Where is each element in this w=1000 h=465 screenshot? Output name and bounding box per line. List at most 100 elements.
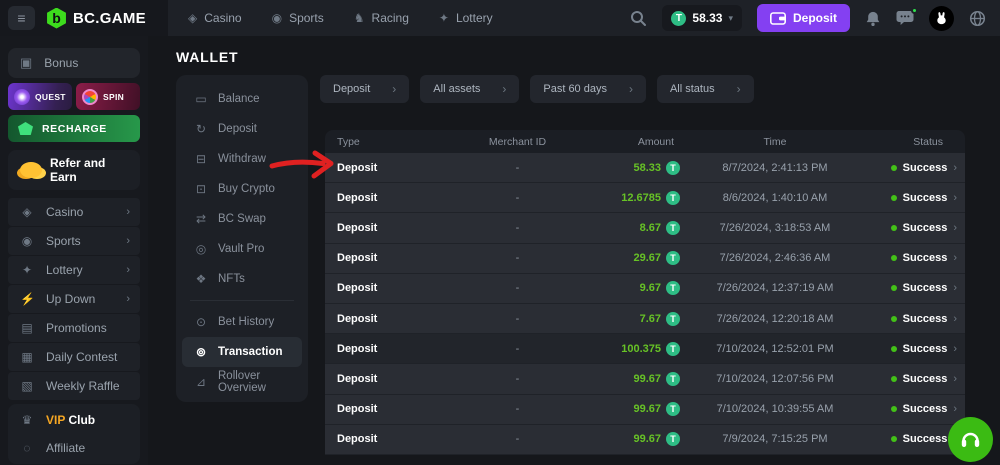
up-down-icon: ⚡ bbox=[20, 292, 34, 306]
sidebar-item-casino[interactable]: ◈Casino› bbox=[8, 198, 140, 226]
amount-value: 99.67 bbox=[633, 403, 661, 415]
notifications-bell-icon[interactable] bbox=[865, 10, 881, 27]
wallet-menu-item-vault-pro[interactable]: ◎Vault Pro bbox=[182, 234, 302, 264]
wallet-menu-item-withdraw[interactable]: ⊟Withdraw bbox=[182, 144, 302, 174]
deposit-button[interactable]: Deposit bbox=[757, 4, 850, 32]
sports-icon: ◉ bbox=[20, 234, 34, 248]
lottery-icon: ✦ bbox=[439, 11, 449, 25]
wallet-menu-item-rollover-overview[interactable]: ⊿Rollover Overview bbox=[182, 367, 302, 397]
wallet-menu-item-buy-crypto[interactable]: ⊡Buy Crypto bbox=[182, 174, 302, 204]
filter-status[interactable]: All status› bbox=[657, 75, 754, 103]
table-row[interactable]: Deposit-7.67T7/26/2024, 12:20:18 AMSucce… bbox=[325, 304, 965, 334]
bonus-button[interactable]: ▣ Bonus bbox=[8, 48, 140, 78]
usdt-coin-icon: T bbox=[666, 312, 680, 326]
user-avatar[interactable] bbox=[929, 6, 954, 31]
hamburger-menu-button[interactable]: ≡ bbox=[8, 6, 35, 30]
quest-label: QUEST bbox=[35, 92, 66, 102]
sports-icon: ◉ bbox=[272, 11, 282, 25]
status-success-dot bbox=[891, 225, 897, 231]
casino-icon: ◈ bbox=[188, 11, 197, 25]
sidebar-item-up-down[interactable]: ⚡Up Down› bbox=[8, 285, 140, 313]
left-sidebar: ▣ Bonus QUEST SPIN RECHARGE Refer and Ea… bbox=[0, 36, 148, 465]
usdt-coin-icon: T bbox=[666, 342, 680, 356]
wallet-menu-item-nfts[interactable]: ❖NFTs bbox=[182, 264, 302, 294]
search-icon[interactable] bbox=[630, 10, 647, 27]
filter-asset[interactable]: All assets› bbox=[420, 75, 519, 103]
table-row[interactable]: Deposit-29.67T7/26/2024, 2:46:36 AMSucce… bbox=[325, 244, 965, 274]
nav-item-racing[interactable]: ♞Racing bbox=[354, 11, 409, 25]
spin-badge[interactable]: SPIN bbox=[76, 83, 140, 110]
status-success-dot bbox=[891, 165, 897, 171]
table-row[interactable]: Deposit-99.67T7/10/2024, 10:39:55 AMSucc… bbox=[325, 395, 965, 425]
amount-value: 29.67 bbox=[633, 252, 661, 264]
vip-club-text: Club bbox=[65, 413, 95, 427]
sidebar-item-daily-contest[interactable]: ▦Daily Contest bbox=[8, 343, 140, 371]
recharge-label: RECHARGE bbox=[42, 123, 107, 135]
status-success-dot bbox=[891, 406, 897, 412]
wallet-menu-item-label: Withdraw bbox=[218, 153, 266, 165]
filter-type[interactable]: Deposit› bbox=[320, 75, 409, 103]
promo-badge-row: QUEST SPIN bbox=[8, 83, 140, 110]
gold-coins-icon bbox=[20, 162, 42, 178]
status-success-dot bbox=[891, 285, 897, 291]
nav-item-casino[interactable]: ◈Casino bbox=[188, 11, 242, 25]
table-row[interactable]: Deposit-100.375T7/10/2024, 12:52:01 PMSu… bbox=[325, 334, 965, 364]
usdt-coin-icon: T bbox=[666, 251, 680, 265]
sidebar-item-label: Promotions bbox=[46, 321, 107, 335]
cell-status: Success› bbox=[870, 343, 965, 355]
recharge-button[interactable]: RECHARGE bbox=[8, 115, 140, 142]
balance-selector[interactable]: T 58.33 ▾ bbox=[662, 5, 742, 31]
nav-item-lottery[interactable]: ✦Lottery bbox=[439, 11, 493, 25]
live-support-button[interactable] bbox=[948, 417, 993, 462]
wallet-menu-item-deposit[interactable]: ↻Deposit bbox=[182, 114, 302, 144]
status-success-dot bbox=[891, 316, 897, 322]
bcgame-logo[interactable]: b BC.GAME bbox=[46, 8, 146, 29]
nav-item-label: Sports bbox=[289, 11, 324, 25]
chevron-right-icon: › bbox=[502, 82, 506, 96]
nav-item-sports[interactable]: ◉ Sports bbox=[272, 11, 324, 25]
wallet-menu-item-label: Balance bbox=[218, 93, 260, 105]
table-row[interactable]: Deposit-8.67T7/26/2024, 3:18:53 AMSucces… bbox=[325, 213, 965, 243]
filter-label: Past 60 days bbox=[543, 83, 607, 95]
status-label: Success bbox=[903, 313, 948, 325]
wallet-menu-item-balance[interactable]: ▭Balance bbox=[182, 84, 302, 114]
cell-merchant-id: - bbox=[460, 343, 575, 355]
table-row[interactable]: Deposit-99.67T7/10/2024, 12:07:56 PMSucc… bbox=[325, 364, 965, 394]
cell-merchant-id: - bbox=[460, 403, 575, 415]
status-label: Success bbox=[903, 403, 948, 415]
status-label: Success bbox=[903, 373, 948, 385]
sidebar-item-label: Affiliate bbox=[46, 441, 85, 455]
cell-amount: 99.67T bbox=[575, 402, 680, 416]
transaction-icon: ⊚ bbox=[194, 345, 208, 359]
language-globe-icon[interactable] bbox=[969, 10, 986, 27]
wallet-menu-item-bc-swap[interactable]: ⇄BC Swap bbox=[182, 204, 302, 234]
refer-and-earn-button[interactable]: Refer and Earn bbox=[8, 150, 140, 190]
table-row[interactable]: Deposit-58.33T8/7/2024, 2:41:13 PMSucces… bbox=[325, 153, 965, 183]
cell-status: Success› bbox=[870, 222, 965, 234]
table-row[interactable]: Deposit-9.67T7/26/2024, 12:37:19 AMSucce… bbox=[325, 274, 965, 304]
cell-merchant-id: - bbox=[460, 192, 575, 204]
deposit-icon: ↻ bbox=[194, 122, 208, 136]
topbar-right-section: T 58.33 ▾ Deposit bbox=[630, 4, 986, 32]
wallet-menu-item-transaction[interactable]: ⊚Transaction bbox=[182, 337, 302, 367]
column-header-amount: Amount bbox=[575, 136, 680, 148]
wallet-menu-item-label: Buy Crypto bbox=[218, 183, 275, 195]
filter-period[interactable]: Past 60 days› bbox=[530, 75, 646, 103]
quest-badge[interactable]: QUEST bbox=[8, 83, 72, 110]
cell-type: Deposit bbox=[325, 282, 460, 294]
table-row[interactable]: Deposit-12.6785T8/6/2024, 1:40:10 AMSucc… bbox=[325, 183, 965, 213]
sidebar-item-promotions[interactable]: ▤Promotions bbox=[8, 314, 140, 342]
wallet-menu-item-bet-history[interactable]: ⊙Bet History bbox=[182, 307, 302, 337]
table-row[interactable]: Deposit-99.67T7/9/2024, 7:15:25 PMSucces… bbox=[325, 425, 965, 455]
sidebar-item-vip-club[interactable]: ♛VIP Club bbox=[8, 406, 140, 434]
cell-status: Success› bbox=[870, 252, 965, 264]
amount-value: 99.67 bbox=[633, 373, 661, 385]
sidebar-item-affiliate[interactable]: ◌Affiliate bbox=[8, 434, 140, 462]
status-success-dot bbox=[891, 255, 897, 261]
sidebar-item-weekly-raffle[interactable]: ▧Weekly Raffle bbox=[8, 372, 140, 400]
rollover-overview-icon: ⊿ bbox=[194, 375, 208, 389]
sidebar-item-label: Up Down bbox=[46, 292, 95, 306]
sidebar-item-sports[interactable]: ◉Sports› bbox=[8, 227, 140, 255]
sidebar-item-label: Casino bbox=[46, 205, 83, 219]
sidebar-item-lottery[interactable]: ✦Lottery› bbox=[8, 256, 140, 284]
